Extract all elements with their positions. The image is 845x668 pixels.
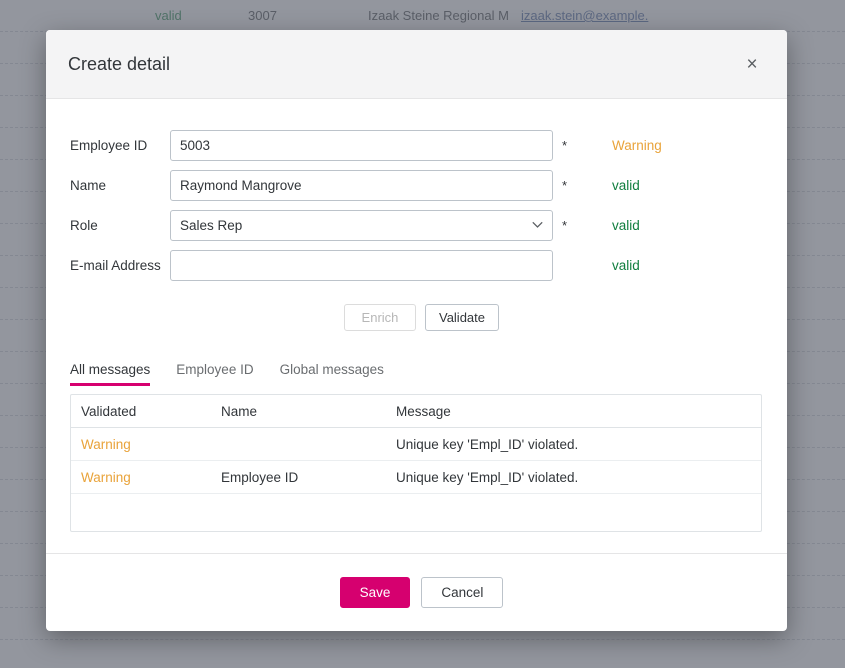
- cell-message: Unique key 'Empl_ID' violated.: [396, 436, 579, 452]
- cell-message: Unique key 'Empl_ID' violated.: [396, 469, 579, 485]
- required-marker: *: [562, 217, 568, 233]
- messages-table-body: Warning Unique key 'Empl_ID' violated. War…: [71, 428, 761, 494]
- detail-form: Employee ID*WarningName*validRole*validE…: [70, 125, 763, 285]
- field-status-badge: valid: [612, 217, 640, 233]
- close-icon[interactable]: ×: [735, 47, 769, 81]
- cell-name: Employee ID: [221, 469, 299, 485]
- field-control: [170, 249, 553, 281]
- field-label: Name: [70, 177, 107, 193]
- column-header: Message: [396, 403, 451, 419]
- field-control: [170, 169, 553, 201]
- e-mail-address-input[interactable]: [170, 249, 553, 281]
- save-button[interactable]: Save: [339, 577, 411, 608]
- employee-id-input[interactable]: [170, 129, 553, 161]
- tab-global-messages[interactable]: Global messages: [280, 362, 384, 386]
- field-status-badge: valid: [612, 257, 640, 273]
- field-label: Employee ID: [70, 137, 148, 153]
- dialog-header: Create detail ×: [46, 30, 787, 99]
- screen: valid3007Izaak Steine Regional Mizaak.st…: [0, 0, 845, 668]
- table-row[interactable]: Warning Employee ID Unique key 'Empl_ID' v…: [71, 461, 761, 494]
- table-row[interactable]: Warning Unique key 'Empl_ID' violated.: [71, 428, 761, 461]
- field-control: [170, 129, 553, 161]
- form-row: Employee ID * Warning: [70, 125, 763, 165]
- form-row: Name * valid: [70, 165, 763, 205]
- dialog-body: Employee ID*WarningName*validRole*validE…: [46, 99, 787, 553]
- field-status-badge: valid: [612, 177, 640, 193]
- required-marker: *: [562, 137, 568, 153]
- required-marker: *: [562, 177, 568, 193]
- message-tabs: All messages Employee ID Global messages: [70, 362, 763, 386]
- enrich-button[interactable]: Enrich: [343, 304, 416, 331]
- field-control: [170, 209, 553, 241]
- name-input[interactable]: [170, 169, 553, 201]
- tab-employee-id[interactable]: Employee ID: [176, 362, 253, 386]
- cancel-button[interactable]: Cancel: [421, 577, 504, 608]
- field-status-badge: Warning: [612, 137, 662, 153]
- form-row: E-mail Address valid: [70, 245, 763, 285]
- field-label: E-mail Address: [70, 257, 161, 273]
- cell-validated: Warning: [81, 469, 131, 485]
- messages-table: Validated Name Message Warning Unique key '…: [70, 394, 762, 532]
- validate-button[interactable]: Validate: [424, 304, 499, 331]
- form-row: Role * valid: [70, 205, 763, 245]
- column-header: Validated: [81, 403, 137, 419]
- dialog-footer: Save Cancel: [46, 553, 787, 631]
- create-detail-dialog: Create detail × Employee ID * Warning Name *…: [46, 30, 787, 631]
- role-select[interactable]: [170, 209, 553, 241]
- form-action-bar: Enrich Validate: [70, 304, 763, 331]
- cell-validated: Warning: [81, 436, 131, 452]
- messages-table-header: Validated Name Message: [71, 395, 761, 428]
- dialog-title: Create detail: [68, 53, 171, 74]
- column-header: Name: [221, 403, 258, 419]
- tab-all-messages[interactable]: All messages: [70, 362, 151, 386]
- field-label: Role: [70, 217, 98, 233]
